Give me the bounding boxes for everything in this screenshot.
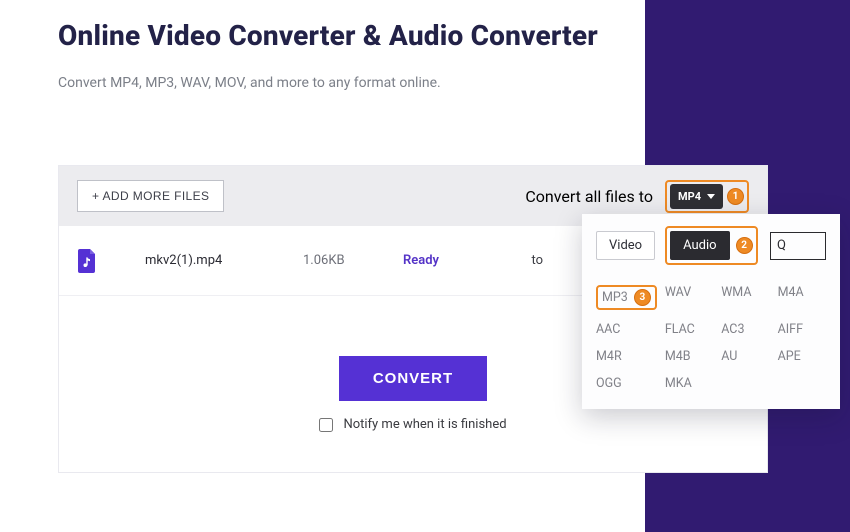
format-selector-highlight: MP4 1 <box>665 180 749 213</box>
format-option-ogg[interactable]: OGG <box>596 376 657 391</box>
notify-label: Notify me when it is finished <box>343 417 506 432</box>
notify-checkbox[interactable] <box>319 418 333 432</box>
format-popup: Video Audio 2 Q MP3 3 WAV WMA M4A AAC FL… <box>582 214 840 409</box>
search-icon: Q <box>777 238 786 253</box>
chevron-down-icon <box>707 194 715 199</box>
file-status: Ready <box>403 253 503 268</box>
format-option-m4r[interactable]: M4R <box>596 349 657 364</box>
callout-badge-3: 3 <box>634 289 651 306</box>
file-size: 1.06KB <box>303 253 403 268</box>
tab-audio[interactable]: Audio <box>670 231 729 260</box>
format-option-flac[interactable]: FLAC <box>665 322 713 337</box>
format-option-au[interactable]: AU <box>721 349 769 364</box>
format-search-input[interactable]: Q <box>770 232 826 260</box>
page-subtitle: Convert MP4, MP3, WAV, MOV, and more to … <box>58 75 638 91</box>
callout-badge-1: 1 <box>727 188 744 205</box>
convert-all-label: Convert all files to <box>525 187 653 206</box>
format-option-ape[interactable]: APE <box>778 349 826 364</box>
convert-button[interactable]: CONVERT <box>339 356 487 401</box>
format-option-m4a[interactable]: M4A <box>778 285 826 310</box>
target-format-text: MP4 <box>678 190 701 203</box>
format-option-aac[interactable]: AAC <box>596 322 657 337</box>
format-grid: MP3 3 WAV WMA M4A AAC FLAC AC3 AIFF M4R … <box>596 285 826 391</box>
add-more-files-button[interactable]: + ADD MORE FILES <box>77 180 224 212</box>
tab-audio-highlight: Audio 2 <box>665 226 757 265</box>
file-audio-icon <box>77 249 97 273</box>
callout-badge-2: 2 <box>736 237 753 254</box>
tab-video[interactable]: Video <box>596 231 655 260</box>
format-option-wma[interactable]: WMA <box>721 285 769 310</box>
format-mp3-highlight: MP3 3 <box>596 285 657 310</box>
format-option-mka[interactable]: MKA <box>665 376 713 391</box>
to-label: to <box>503 253 543 268</box>
file-name: mkv2(1).mp4 <box>145 253 303 268</box>
page-title: Online Video Converter & Audio Converter <box>58 18 638 53</box>
format-option-wav[interactable]: WAV <box>665 285 713 310</box>
format-option-mp3[interactable]: MP3 <box>602 290 628 305</box>
format-option-m4b[interactable]: M4B <box>665 349 713 364</box>
target-format-chip[interactable]: MP4 <box>670 184 723 209</box>
format-option-aiff[interactable]: AIFF <box>778 322 826 337</box>
format-option-ac3[interactable]: AC3 <box>721 322 769 337</box>
